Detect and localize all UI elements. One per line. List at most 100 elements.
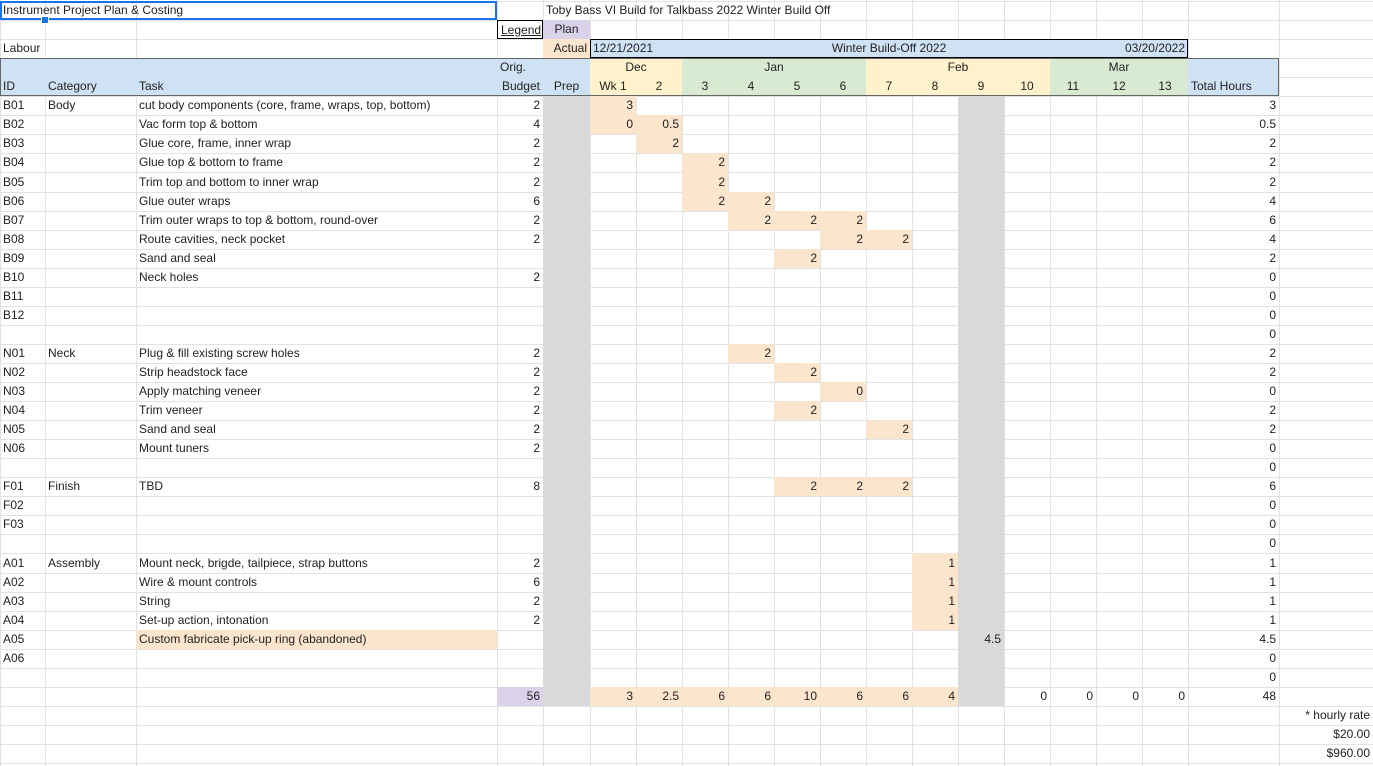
week-cell[interactable] bbox=[682, 553, 728, 573]
row-id[interactable] bbox=[0, 668, 45, 687]
row-id[interactable]: F01 bbox=[0, 477, 45, 496]
week-cell[interactable] bbox=[728, 668, 774, 687]
week-cell[interactable] bbox=[866, 382, 912, 401]
week-cell[interactable] bbox=[590, 134, 636, 153]
week-cell[interactable] bbox=[912, 439, 958, 458]
week-cell[interactable] bbox=[682, 592, 728, 611]
week-cell[interactable] bbox=[1096, 306, 1142, 325]
week-cell[interactable] bbox=[1004, 306, 1050, 325]
week-cell[interactable] bbox=[590, 477, 636, 496]
week-cell[interactable] bbox=[820, 401, 866, 420]
week-cell[interactable] bbox=[1004, 611, 1050, 630]
row-id[interactable]: B11 bbox=[0, 287, 45, 306]
row-budget[interactable] bbox=[497, 534, 543, 553]
week-cell[interactable] bbox=[728, 115, 774, 134]
week-cell[interactable]: 2 bbox=[820, 477, 866, 496]
build-off-label[interactable]: Winter Build-Off 2022 bbox=[774, 39, 1004, 58]
week-cell[interactable] bbox=[682, 363, 728, 382]
row-id[interactable]: B06 bbox=[0, 192, 45, 211]
week-cell[interactable] bbox=[1050, 211, 1096, 230]
week-cell[interactable] bbox=[1096, 192, 1142, 211]
row-total[interactable]: 0.5 bbox=[1188, 115, 1279, 134]
total-week[interactable]: 6 bbox=[682, 687, 728, 706]
week-cell[interactable] bbox=[958, 268, 1004, 287]
week-cell[interactable] bbox=[866, 515, 912, 534]
week-cell[interactable] bbox=[590, 211, 636, 230]
row-category[interactable] bbox=[45, 592, 136, 611]
row-task[interactable]: Glue top & bottom to frame bbox=[136, 153, 497, 172]
week-cell[interactable] bbox=[636, 249, 682, 268]
week-cell[interactable] bbox=[1004, 211, 1050, 230]
week-cell[interactable] bbox=[1142, 172, 1188, 192]
col-id[interactable]: ID bbox=[0, 77, 45, 96]
start-date[interactable]: 12/21/2021 bbox=[590, 39, 682, 58]
row-category[interactable] bbox=[45, 668, 136, 687]
col-week[interactable]: 7 bbox=[866, 77, 912, 96]
week-cell[interactable] bbox=[728, 611, 774, 630]
week-cell[interactable] bbox=[590, 325, 636, 344]
week-cell[interactable] bbox=[912, 172, 958, 192]
week-cell[interactable] bbox=[728, 458, 774, 477]
row-id[interactable]: F03 bbox=[0, 515, 45, 534]
week-cell[interactable] bbox=[820, 344, 866, 363]
week-cell[interactable]: 1 bbox=[912, 573, 958, 592]
row-category[interactable] bbox=[45, 363, 136, 382]
row-total[interactable]: 0 bbox=[1188, 268, 1279, 287]
row-category[interactable] bbox=[45, 211, 136, 230]
week-cell[interactable] bbox=[774, 96, 820, 115]
week-cell[interactable] bbox=[682, 401, 728, 420]
week-cell[interactable] bbox=[1096, 134, 1142, 153]
week-cell[interactable]: 2 bbox=[774, 401, 820, 420]
week-cell[interactable] bbox=[774, 534, 820, 553]
week-cell[interactable] bbox=[820, 134, 866, 153]
col-category[interactable]: Category bbox=[45, 77, 136, 96]
week-cell[interactable] bbox=[820, 573, 866, 592]
week-cell[interactable] bbox=[590, 534, 636, 553]
week-cell[interactable] bbox=[1004, 325, 1050, 344]
week-cell[interactable] bbox=[774, 439, 820, 458]
week-cell[interactable] bbox=[1004, 287, 1050, 306]
spreadsheet-grid[interactable]: Instrument Project Plan & Costing Toby Ba… bbox=[0, 0, 1373, 766]
week-cell[interactable] bbox=[866, 192, 912, 211]
week-cell[interactable] bbox=[866, 134, 912, 153]
week-cell[interactable] bbox=[958, 211, 1004, 230]
row-total[interactable]: 6 bbox=[1188, 477, 1279, 496]
row-total[interactable]: 2 bbox=[1188, 153, 1279, 172]
week-cell[interactable] bbox=[1096, 630, 1142, 649]
row-task[interactable] bbox=[136, 649, 497, 668]
week-cell[interactable] bbox=[1050, 192, 1096, 211]
week-cell[interactable] bbox=[728, 439, 774, 458]
week-cell[interactable]: 2 bbox=[774, 477, 820, 496]
week-cell[interactable] bbox=[682, 306, 728, 325]
row-category[interactable] bbox=[45, 153, 136, 172]
week-cell[interactable] bbox=[866, 573, 912, 592]
row-category[interactable] bbox=[45, 134, 136, 153]
week-cell[interactable] bbox=[1096, 287, 1142, 306]
legend-plan[interactable]: Plan bbox=[543, 20, 590, 39]
week-cell[interactable]: 0 bbox=[820, 382, 866, 401]
week-cell[interactable] bbox=[958, 458, 1004, 477]
row-total[interactable]: 1 bbox=[1188, 611, 1279, 630]
col-task[interactable]: Task bbox=[136, 77, 497, 96]
row-category[interactable] bbox=[45, 306, 136, 325]
week-cell[interactable] bbox=[1050, 592, 1096, 611]
week-cell[interactable] bbox=[866, 287, 912, 306]
week-cell[interactable] bbox=[1096, 344, 1142, 363]
row-task[interactable] bbox=[136, 496, 497, 515]
row-category[interactable] bbox=[45, 630, 136, 649]
week-cell[interactable] bbox=[958, 363, 1004, 382]
week-cell[interactable]: 2 bbox=[866, 230, 912, 249]
week-cell[interactable] bbox=[912, 230, 958, 249]
week-cell[interactable] bbox=[636, 172, 682, 192]
week-cell[interactable] bbox=[774, 420, 820, 439]
col-budget[interactable]: Budget bbox=[497, 77, 543, 96]
week-cell[interactable] bbox=[636, 382, 682, 401]
week-cell[interactable] bbox=[774, 496, 820, 515]
week-cell[interactable] bbox=[1142, 325, 1188, 344]
week-cell[interactable] bbox=[728, 649, 774, 668]
week-cell[interactable] bbox=[1096, 649, 1142, 668]
week-cell[interactable] bbox=[636, 344, 682, 363]
row-id[interactable]: B01 bbox=[0, 96, 45, 115]
week-cell[interactable] bbox=[1096, 211, 1142, 230]
week-cell[interactable] bbox=[1142, 401, 1188, 420]
